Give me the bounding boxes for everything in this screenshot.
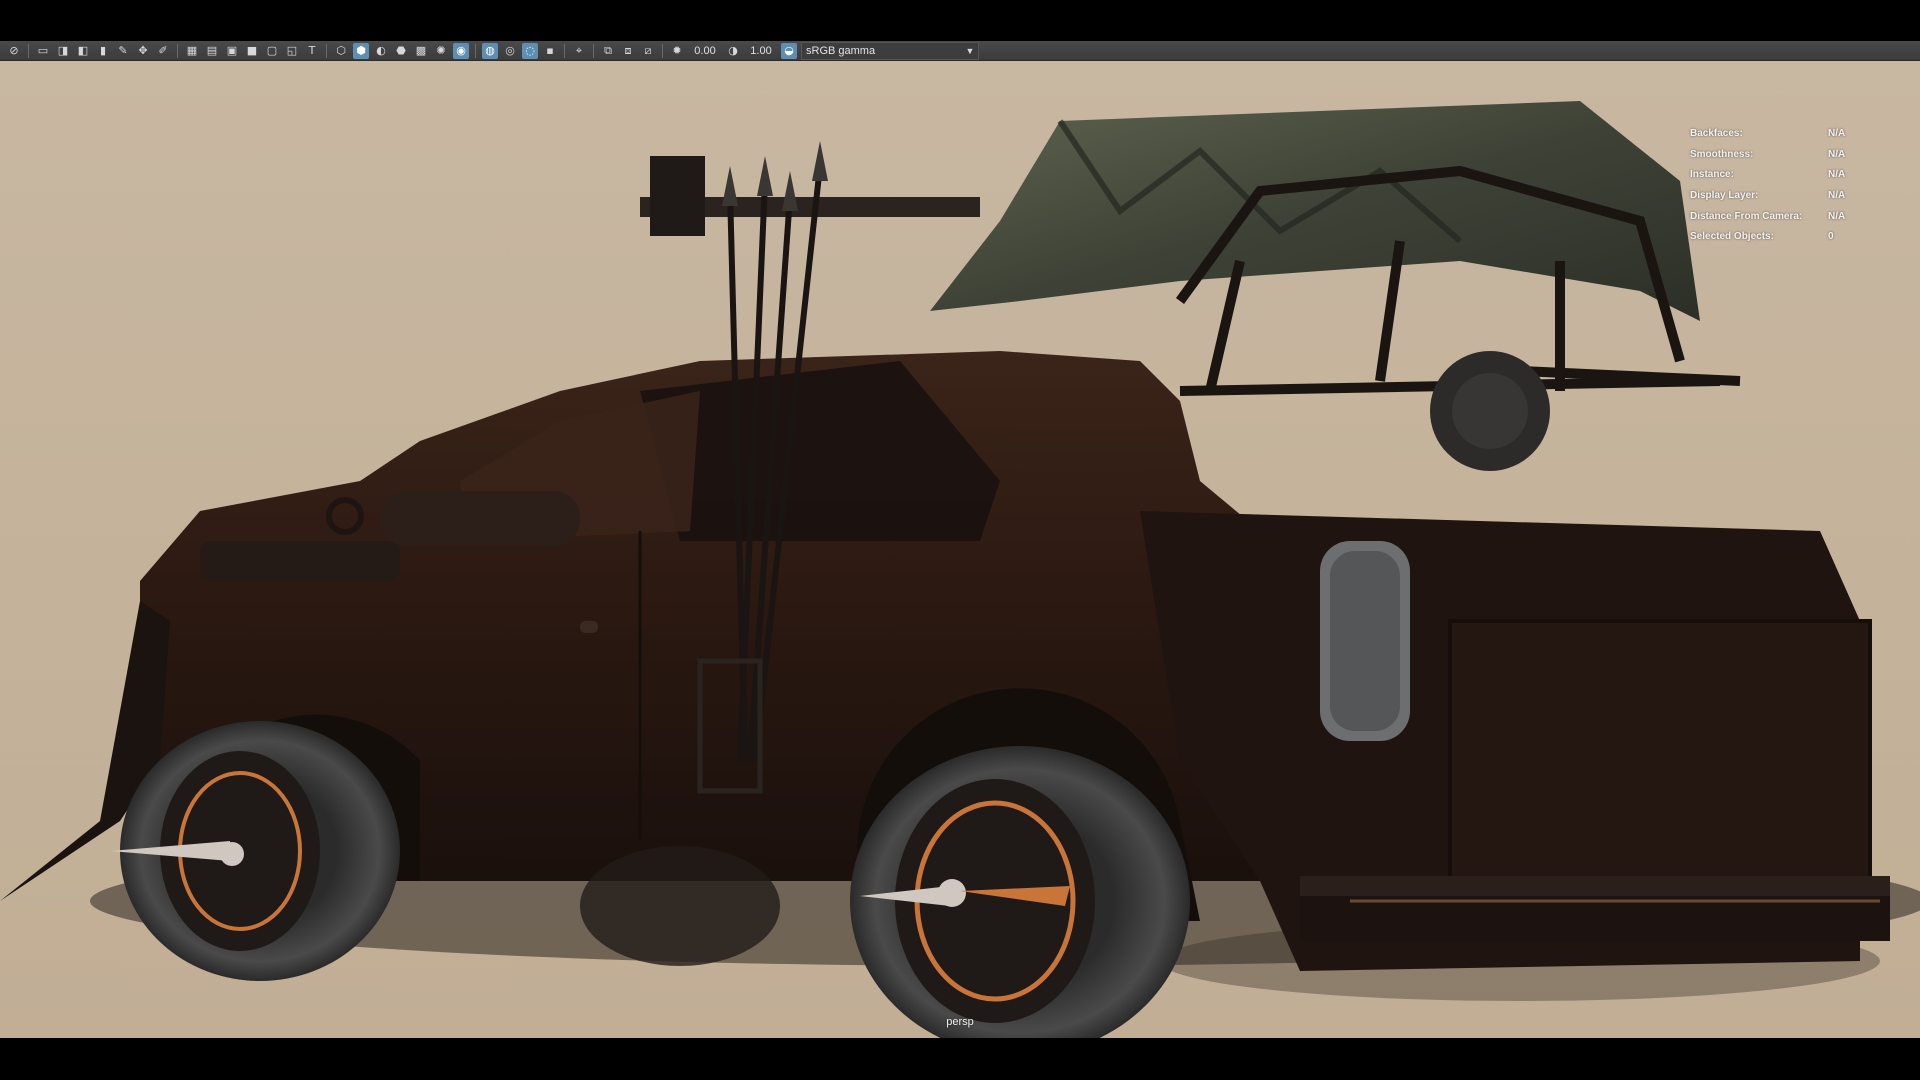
two-d-pan-icon[interactable]: ✥ [135, 43, 151, 59]
wireframe-icon[interactable]: ⬡ [333, 43, 349, 59]
heads-up-display: Backfaces: N/A Smoothness: N/A Instance:… [1690, 123, 1910, 247]
default-material-icon[interactable]: ◐ [373, 43, 389, 59]
shadows-icon[interactable]: ◉ [453, 42, 469, 59]
toolbar-separator [177, 43, 178, 58]
color-space-label: sRGB gamma [806, 44, 876, 57]
camera-icon[interactable]: ▭ [35, 43, 51, 59]
exposure-icon[interactable]: ✹ [669, 43, 685, 59]
gate-mask-icon[interactable]: ■ [244, 43, 260, 59]
safe-action-icon[interactable]: ◱ [284, 43, 300, 59]
wireframe-on-shaded-icon[interactable]: ⬣ [393, 43, 409, 59]
hud-selected-objects-label: Selected Objects: [1690, 231, 1774, 243]
hud-instance-label: Instance: [1690, 169, 1734, 181]
xray-components-icon[interactable]: ⧄ [640, 43, 656, 59]
hud-instance-value: N/A [1828, 169, 1846, 181]
vehicle-render [0, 61, 1920, 1038]
camera-bookmark-icon[interactable]: ◧ [75, 43, 91, 59]
letterbox-bottom [0, 1038, 1920, 1080]
anti-aliasing-icon[interactable]: ◌ [522, 42, 538, 59]
motion-blur-icon[interactable]: ◎ [502, 43, 518, 59]
xray-joints-icon[interactable]: ⧈ [620, 43, 636, 59]
hud-display-layer-value: N/A [1828, 189, 1846, 201]
hud-backfaces-value: N/A [1828, 127, 1846, 139]
film-gate-icon[interactable]: ▤ [204, 43, 220, 59]
exposure-field[interactable]: 0.00 [687, 43, 723, 59]
gamma-field[interactable]: 1.00 [743, 43, 779, 59]
gamma-icon[interactable]: ◑ [725, 43, 741, 59]
bookmark-icon[interactable]: ▮ [95, 43, 111, 59]
resolution-gate-icon[interactable]: ▣ [224, 43, 240, 59]
hud-row: Selected Objects: 0 [1690, 226, 1910, 247]
grid-icon[interactable]: ▦ [184, 43, 200, 59]
smooth-shade-icon[interactable]: ⬢ [353, 42, 369, 59]
color-management-icon[interactable]: ◒ [781, 42, 797, 59]
viewport-toolbar: ⊘ ▭ ◨ ◧ ▮ ✎ ✥ ✐ ▦ ▤ ▣ ■ ▢ ◱ T ⬡ ⬢ ◐ ⬣ ▩ … [0, 41, 1920, 61]
hud-row: Distance From Camera: N/A [1690, 206, 1910, 227]
color-space-dropdown[interactable]: sRGB gamma ▼ [801, 41, 979, 60]
toolbar-separator [593, 43, 594, 58]
toolbar-separator [475, 43, 476, 58]
grease-pencil-icon[interactable]: ✐ [155, 43, 171, 59]
chevron-down-icon[interactable]: ▼ [962, 46, 978, 56]
toolbar-separator [564, 43, 565, 58]
hud-smoothness-label: Smoothness: [1690, 148, 1754, 160]
hud-smoothness-value: N/A [1828, 148, 1846, 160]
xray-icon[interactable]: ⧉ [600, 43, 616, 59]
hud-selected-objects-value: 0 [1828, 231, 1834, 243]
textured-icon[interactable]: ▩ [413, 43, 429, 59]
persp-viewport[interactable]: Backfaces: N/A Smoothness: N/A Instance:… [0, 61, 1920, 1038]
hud-row: Instance: N/A [1690, 164, 1910, 185]
safe-title-icon[interactable]: T [304, 43, 320, 59]
depth-of-field-icon[interactable]: ▪ [542, 43, 558, 59]
hud-distance-value: N/A [1828, 210, 1846, 222]
hud-display-layer-label: Display Layer: [1690, 189, 1759, 201]
hud-row: Backfaces: N/A [1690, 123, 1910, 144]
hud-row: Display Layer: N/A [1690, 185, 1910, 206]
no-entry-icon[interactable]: ⊘ [6, 43, 22, 59]
toolbar-separator [662, 43, 663, 58]
toolbar-separator [326, 43, 327, 58]
toolbar-separator [28, 43, 29, 58]
hud-backfaces-label: Backfaces: [1690, 127, 1743, 139]
use-all-lights-icon[interactable]: ✺ [433, 43, 449, 59]
hud-row: Smoothness: N/A [1690, 144, 1910, 165]
field-chart-icon[interactable]: ▢ [264, 43, 280, 59]
image-plane-icon[interactable]: ✎ [115, 43, 131, 59]
camera-attributes-icon[interactable]: ◨ [55, 43, 71, 59]
letterbox-top [0, 0, 1920, 41]
isolate-select-icon[interactable]: ⌖ [571, 43, 587, 59]
camera-name-label: persp [946, 1016, 974, 1028]
hud-distance-label: Distance From Camera: [1690, 210, 1803, 222]
screen-space-ambient-occlusion-icon[interactable]: ◍ [482, 42, 498, 59]
